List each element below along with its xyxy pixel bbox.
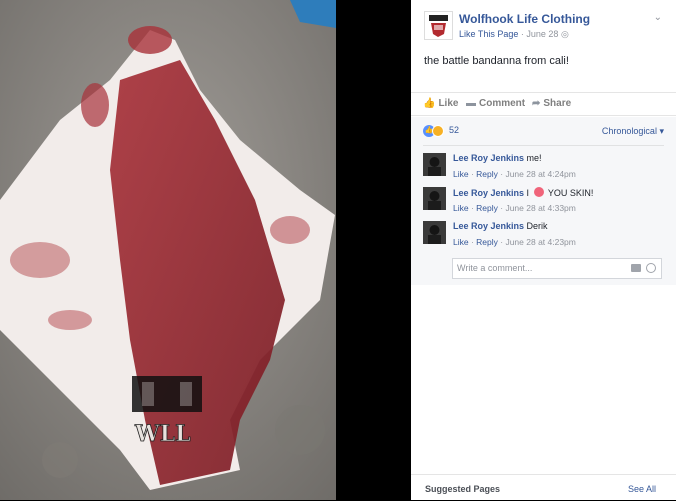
page-name-link[interactable]: Wolfhook Life Clothing: [459, 12, 590, 26]
comment-item: Lee Roy Jenkins I YOU SKIN! Like · Reply…: [423, 187, 663, 215]
suggested-pages-bar: Suggested Pages See All: [411, 474, 676, 501]
avatar[interactable]: [423, 221, 446, 244]
comment-item: Lee Roy Jenkins Derik Like · Reply · Jun…: [423, 221, 663, 249]
photo-viewer-gap: [336, 0, 411, 500]
user-avatar-icon: [423, 187, 446, 210]
comment-author[interactable]: Lee Roy Jenkins: [453, 188, 524, 198]
avatar[interactable]: [423, 187, 446, 210]
comment-author[interactable]: Lee Roy Jenkins: [453, 221, 524, 231]
comment-like-link[interactable]: Like: [453, 203, 469, 213]
share-icon: ➦: [532, 98, 541, 109]
sort-caret-icon: ▾: [659, 126, 664, 136]
like-button-label: Like: [438, 98, 459, 109]
share-button-label: Share: [543, 98, 572, 109]
comment-reply-link[interactable]: Reply: [476, 237, 498, 247]
post-options-chevron-icon[interactable]: ⌄: [654, 12, 662, 23]
like-page-link[interactable]: Like This Page: [459, 29, 518, 39]
sort-label: Chronological: [601, 126, 657, 136]
comment-line: Lee Roy Jenkins I YOU SKIN!: [453, 187, 593, 198]
comment-text-before: I: [526, 188, 530, 198]
comment-text-after: YOU SKIN!: [547, 188, 594, 198]
page-logo[interactable]: [424, 11, 453, 40]
reaction-count: 52: [449, 125, 460, 135]
post-meta: Like This Page · June 28 ◎: [459, 29, 569, 40]
comment-reply-link[interactable]: Reply: [476, 169, 498, 179]
avatar[interactable]: [423, 153, 446, 176]
comment-author[interactable]: Lee Roy Jenkins: [453, 153, 524, 163]
comment-line: Lee Roy Jenkins me!: [453, 153, 542, 163]
comment-item: Lee Roy Jenkins me! Like · Reply · June …: [423, 153, 663, 181]
comment-actions: Like · Reply · June 28 at 4:24pm: [453, 169, 576, 179]
write-comment-input[interactable]: Write a comment...: [452, 258, 662, 279]
post-photo[interactable]: WLL: [0, 0, 336, 500]
heart-icon: [533, 187, 544, 197]
suggested-pages-title: Suggested Pages: [425, 484, 501, 494]
comment-button[interactable]: ▬ Comment: [466, 98, 525, 109]
camera-icon[interactable]: [631, 264, 641, 272]
user-avatar-icon: [423, 153, 446, 176]
emoji-icon[interactable]: [646, 263, 656, 273]
share-button[interactable]: ➦ Share: [532, 98, 571, 109]
comment-reply-link[interactable]: Reply: [476, 203, 498, 213]
comment-actions: Like · Reply · June 28 at 4:23pm: [453, 237, 576, 247]
see-all-link[interactable]: See All: [628, 484, 656, 494]
comment-line: Lee Roy Jenkins Derik: [453, 221, 548, 231]
user-avatar-icon: [423, 221, 446, 244]
thumbs-up-icon: 👍: [423, 98, 436, 109]
write-comment-placeholder: Write a comment...: [457, 263, 533, 273]
like-button[interactable]: 👍 Like: [423, 98, 458, 109]
post-date[interactable]: June 28: [526, 29, 558, 39]
comment-timestamp[interactable]: June 28 at 4:23pm: [505, 237, 575, 247]
comment-text: Derik: [526, 221, 548, 231]
comment-actions: Like · Reply · June 28 at 4:33pm: [453, 203, 576, 213]
comment-sort-dropdown[interactable]: Chronological ▾: [602, 126, 664, 137]
globe-icon: ◎: [560, 29, 569, 39]
watermark-text: WLL: [134, 421, 191, 447]
post-actions-bar: 👍 Like ▬ Comment ➦ Share: [411, 92, 676, 116]
comment-like-link[interactable]: Like: [453, 169, 469, 179]
haha-reaction-icon: [432, 125, 444, 137]
comment-timestamp[interactable]: June 28 at 4:33pm: [505, 203, 575, 213]
comment-button-label: Comment: [479, 98, 526, 109]
divider: [423, 145, 664, 146]
comments-area: 👍 52 Chronological ▾ Lee Roy Jenkins me!: [411, 117, 676, 285]
comment-icon: ▬: [466, 98, 476, 109]
comment-text: me!: [526, 153, 542, 163]
post-panel: Wolfhook Life Clothing Like This Page · …: [411, 0, 676, 500]
post-text: the battle bandanna from cali!: [424, 55, 569, 67]
post-header: Wolfhook Life Clothing Like This Page · …: [411, 0, 676, 48]
bandanna-photo: WLL: [0, 0, 336, 500]
comment-timestamp[interactable]: June 28 at 4:24pm: [505, 169, 575, 179]
wolfhook-logo-icon: [425, 12, 452, 39]
comment-like-link[interactable]: Like: [453, 237, 469, 247]
